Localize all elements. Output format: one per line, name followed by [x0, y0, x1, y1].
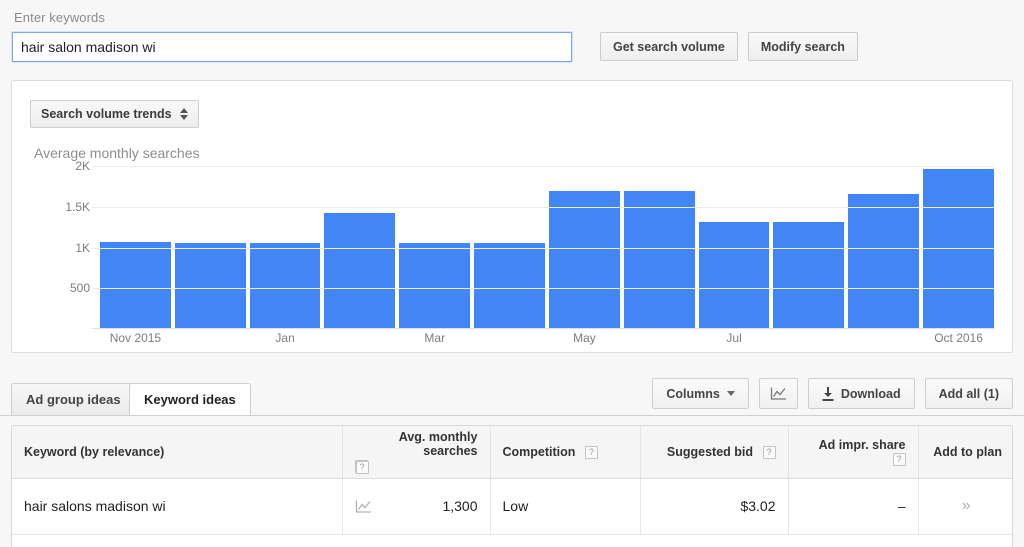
cell-avg-monthly-searches-value: 1,300	[442, 498, 478, 514]
col-suggested-bid-label: Suggested bid	[666, 444, 754, 459]
col-add-to-plan: Add to plan	[918, 426, 1012, 479]
bar[interactable]	[174, 243, 246, 328]
x-tick-label: May	[573, 331, 596, 345]
search-volume-chart-card: Search volume trends Average monthly sea…	[11, 80, 1013, 353]
gridline	[92, 247, 994, 249]
table-header-row: Keyword (by relevance) Avg. monthly sear…	[12, 426, 1012, 479]
table-head: Keyword (by relevance) Avg. monthly sear…	[12, 426, 1012, 479]
col-avg-monthly-searches-label: Avg. monthly searches	[398, 430, 478, 459]
x-tick-label: Nov 2015	[109, 331, 162, 345]
row-trend-chart-icon[interactable]	[355, 499, 372, 514]
bar[interactable]	[923, 169, 994, 328]
cell-ad-impr-share: –	[788, 478, 919, 535]
y-tick-label: 1K	[75, 240, 90, 255]
axis-baseline	[92, 328, 994, 329]
col-competition[interactable]: Competition ?	[490, 426, 641, 479]
bar[interactable]	[100, 242, 171, 328]
col-keyword[interactable]: Keyword (by relevance)	[12, 426, 343, 479]
tabs-underline	[0, 415, 1024, 416]
cell-suggested-bid: $3.02	[640, 478, 789, 535]
get-search-volume-button[interactable]: Get search volume	[600, 32, 738, 61]
bar[interactable]	[474, 243, 545, 328]
bar[interactable]	[249, 243, 321, 328]
columns-button[interactable]: Columns	[652, 378, 749, 409]
x-tick-label: Mar	[424, 331, 446, 345]
chevron-down-icon	[726, 391, 735, 396]
bar[interactable]	[698, 222, 770, 328]
table-toolbar: Columns Download Add all (1)	[652, 378, 1013, 409]
search-area: Enter keywords Get search volume Modify …	[0, 0, 1024, 63]
search-row: Get search volume Modify search	[11, 31, 1012, 63]
bar[interactable]	[548, 191, 620, 328]
x-tick-label: Oct 2016	[934, 331, 983, 345]
bar[interactable]	[324, 213, 396, 328]
table-body: hair salons madison wi 1,300 Low $3.02 –	[12, 478, 1012, 535]
chart-metric-select[interactable]: Search volume trends	[30, 100, 199, 128]
search-label: Enter keywords	[14, 10, 105, 25]
cell-add-to-plan[interactable]: »	[918, 478, 1012, 535]
bar[interactable]	[399, 243, 471, 328]
col-ad-impr-share-label: Ad impr. share	[818, 437, 906, 452]
line-chart-icon	[770, 387, 786, 400]
col-avg-monthly-searches[interactable]: Avg. monthly searches ?	[342, 426, 491, 479]
y-tick-label: 500	[69, 281, 90, 296]
help-icon-avg-monthly-searches[interactable]: ?	[355, 461, 369, 475]
bar-chart-plot: 500 1K 1.5K 2K	[34, 159, 994, 329]
help-icon-competition[interactable]: ?	[584, 445, 598, 459]
help-icon-ad-impr-share[interactable]: ?	[892, 452, 906, 466]
col-suggested-bid[interactable]: Suggested bid ?	[640, 426, 789, 479]
download-icon	[822, 386, 834, 401]
download-button-label: Download	[840, 386, 901, 401]
chart-title: Average monthly searches	[34, 145, 200, 161]
bar[interactable]	[848, 193, 920, 328]
tab-ad-group-ideas-label: Ad group ideas	[26, 392, 121, 407]
add-all-button[interactable]: Add all (1)	[924, 378, 1013, 409]
help-icon-suggested-bid[interactable]: ?	[762, 445, 776, 459]
table-row[interactable]: hair salons madison wi 1,300 Low $3.02 –	[12, 478, 1012, 535]
y-tick-label: 2K	[75, 159, 90, 173]
cell-competition: Low	[490, 478, 641, 535]
x-axis: Nov 2015 Jan Mar May Jul Oct 2016	[34, 331, 994, 349]
y-tick-label: 1.5K	[65, 199, 90, 214]
tab-ad-group-ideas[interactable]: Ad group ideas	[11, 383, 136, 415]
col-ad-impr-share[interactable]: Ad impr. share ?	[788, 426, 919, 479]
y-axis: 500 1K 1.5K 2K	[34, 159, 94, 329]
keyword-ideas-table-card: Keyword (by relevance) Avg. monthly sear…	[11, 425, 1013, 547]
col-keyword-label: Keyword (by relevance)	[24, 444, 165, 459]
keyword-ideas-table: Keyword (by relevance) Avg. monthly sear…	[12, 426, 1012, 535]
tab-keyword-ideas[interactable]: Keyword ideas	[129, 383, 251, 415]
download-button[interactable]: Download	[807, 378, 915, 409]
keywords-input[interactable]	[11, 31, 573, 63]
keyword-planner-page: Enter keywords Get search volume Modify …	[0, 0, 1024, 547]
tab-keyword-ideas-label: Keyword ideas	[144, 392, 236, 407]
chart-view-button[interactable]	[758, 378, 798, 409]
bar[interactable]	[773, 222, 845, 328]
x-tick-label: Jan	[275, 331, 295, 345]
chart-metric-select-label: Search volume trends	[41, 107, 172, 121]
gridline	[92, 206, 994, 208]
col-add-to-plan-label: Add to plan	[933, 444, 1002, 459]
updown-arrows-icon	[179, 108, 188, 120]
modify-search-button[interactable]: Modify search	[747, 32, 858, 61]
col-competition-label: Competition	[502, 444, 576, 459]
x-tick-label: Jul	[726, 331, 742, 345]
columns-button-label: Columns	[666, 386, 720, 401]
gridline	[92, 288, 994, 290]
bar[interactable]	[623, 191, 695, 328]
cell-keyword: hair salons madison wi	[12, 478, 343, 535]
cell-avg-monthly-searches: 1,300	[342, 478, 491, 535]
gridline	[92, 166, 994, 167]
